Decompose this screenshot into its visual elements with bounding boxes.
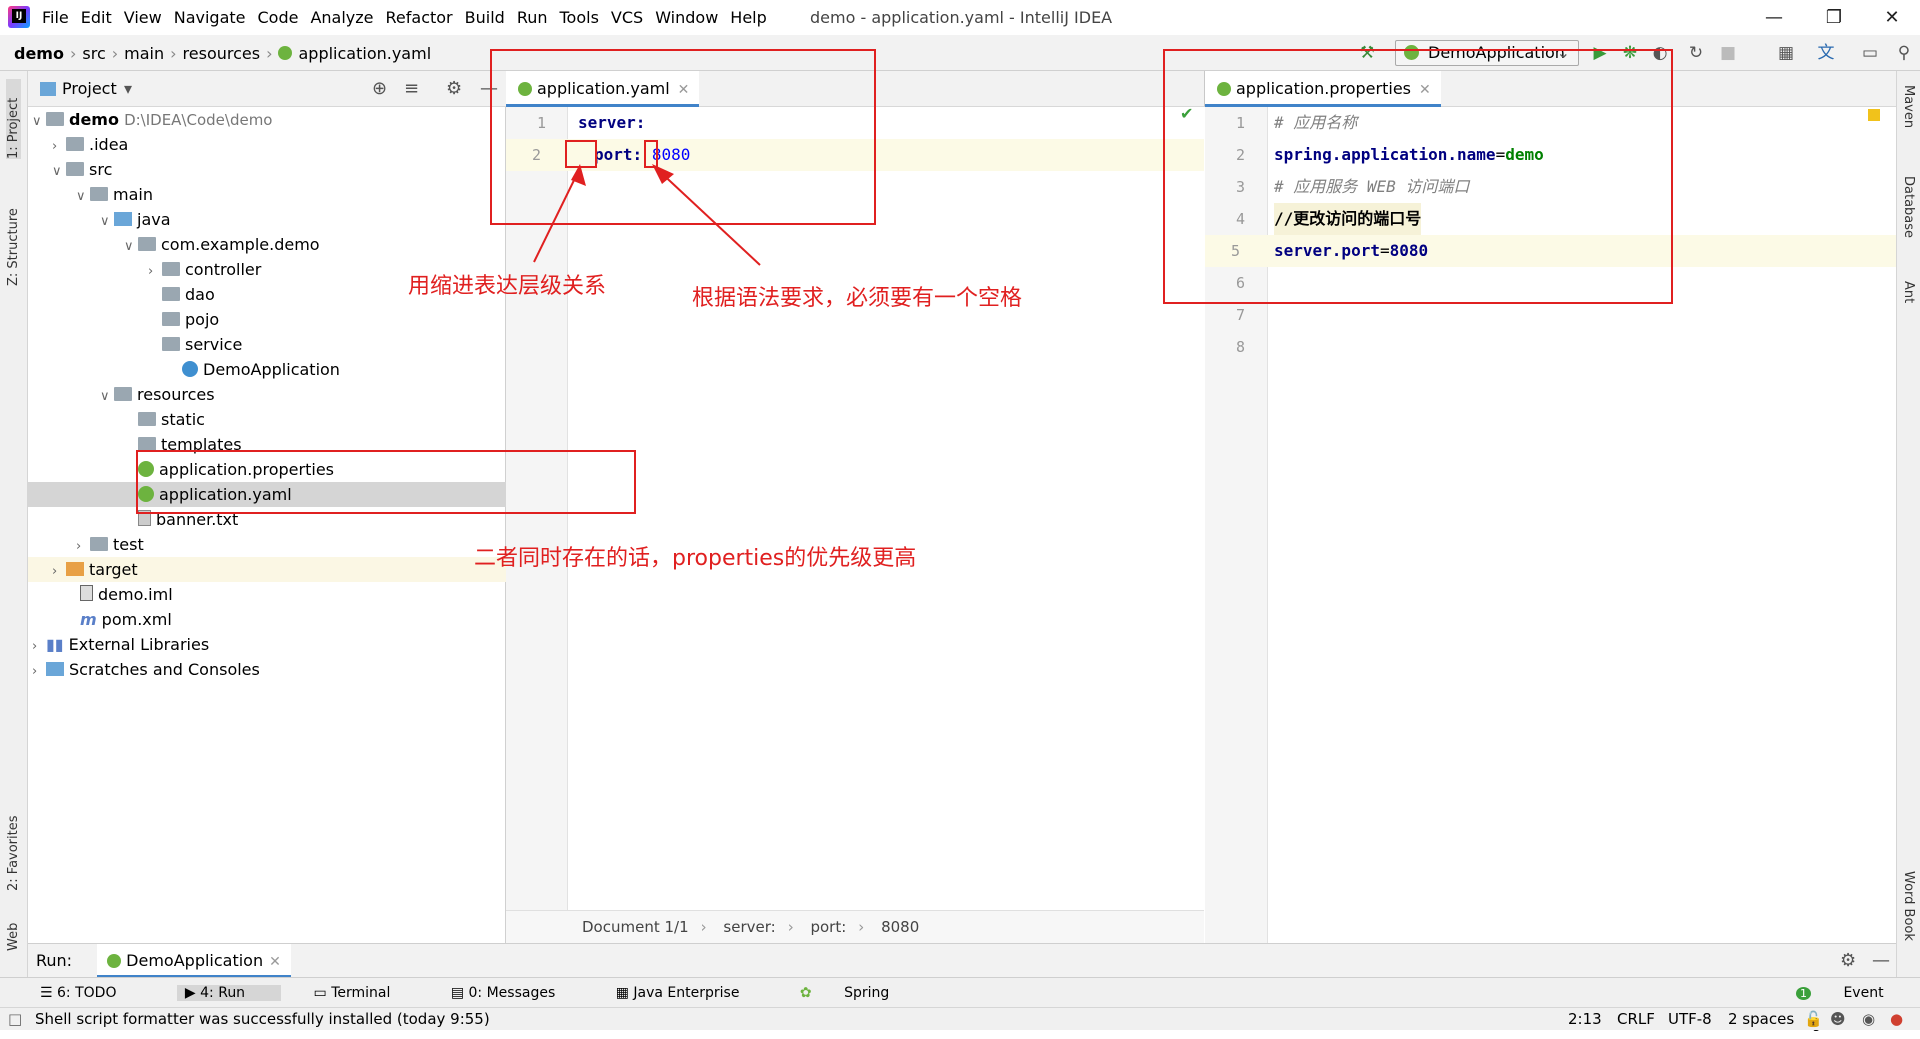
- arrow-space: [655, 167, 761, 266]
- annotation-space: 根据语法要求，必须要有一个空格: [692, 286, 1023, 311]
- annotation-arrows: [533, 164, 761, 266]
- annotation-priority: 二者同时存在的话，properties的优先级更高: [474, 546, 917, 571]
- arrow-indent: [533, 167, 581, 263]
- annotation-indent: 用缩进表达层级关系: [408, 274, 607, 299]
